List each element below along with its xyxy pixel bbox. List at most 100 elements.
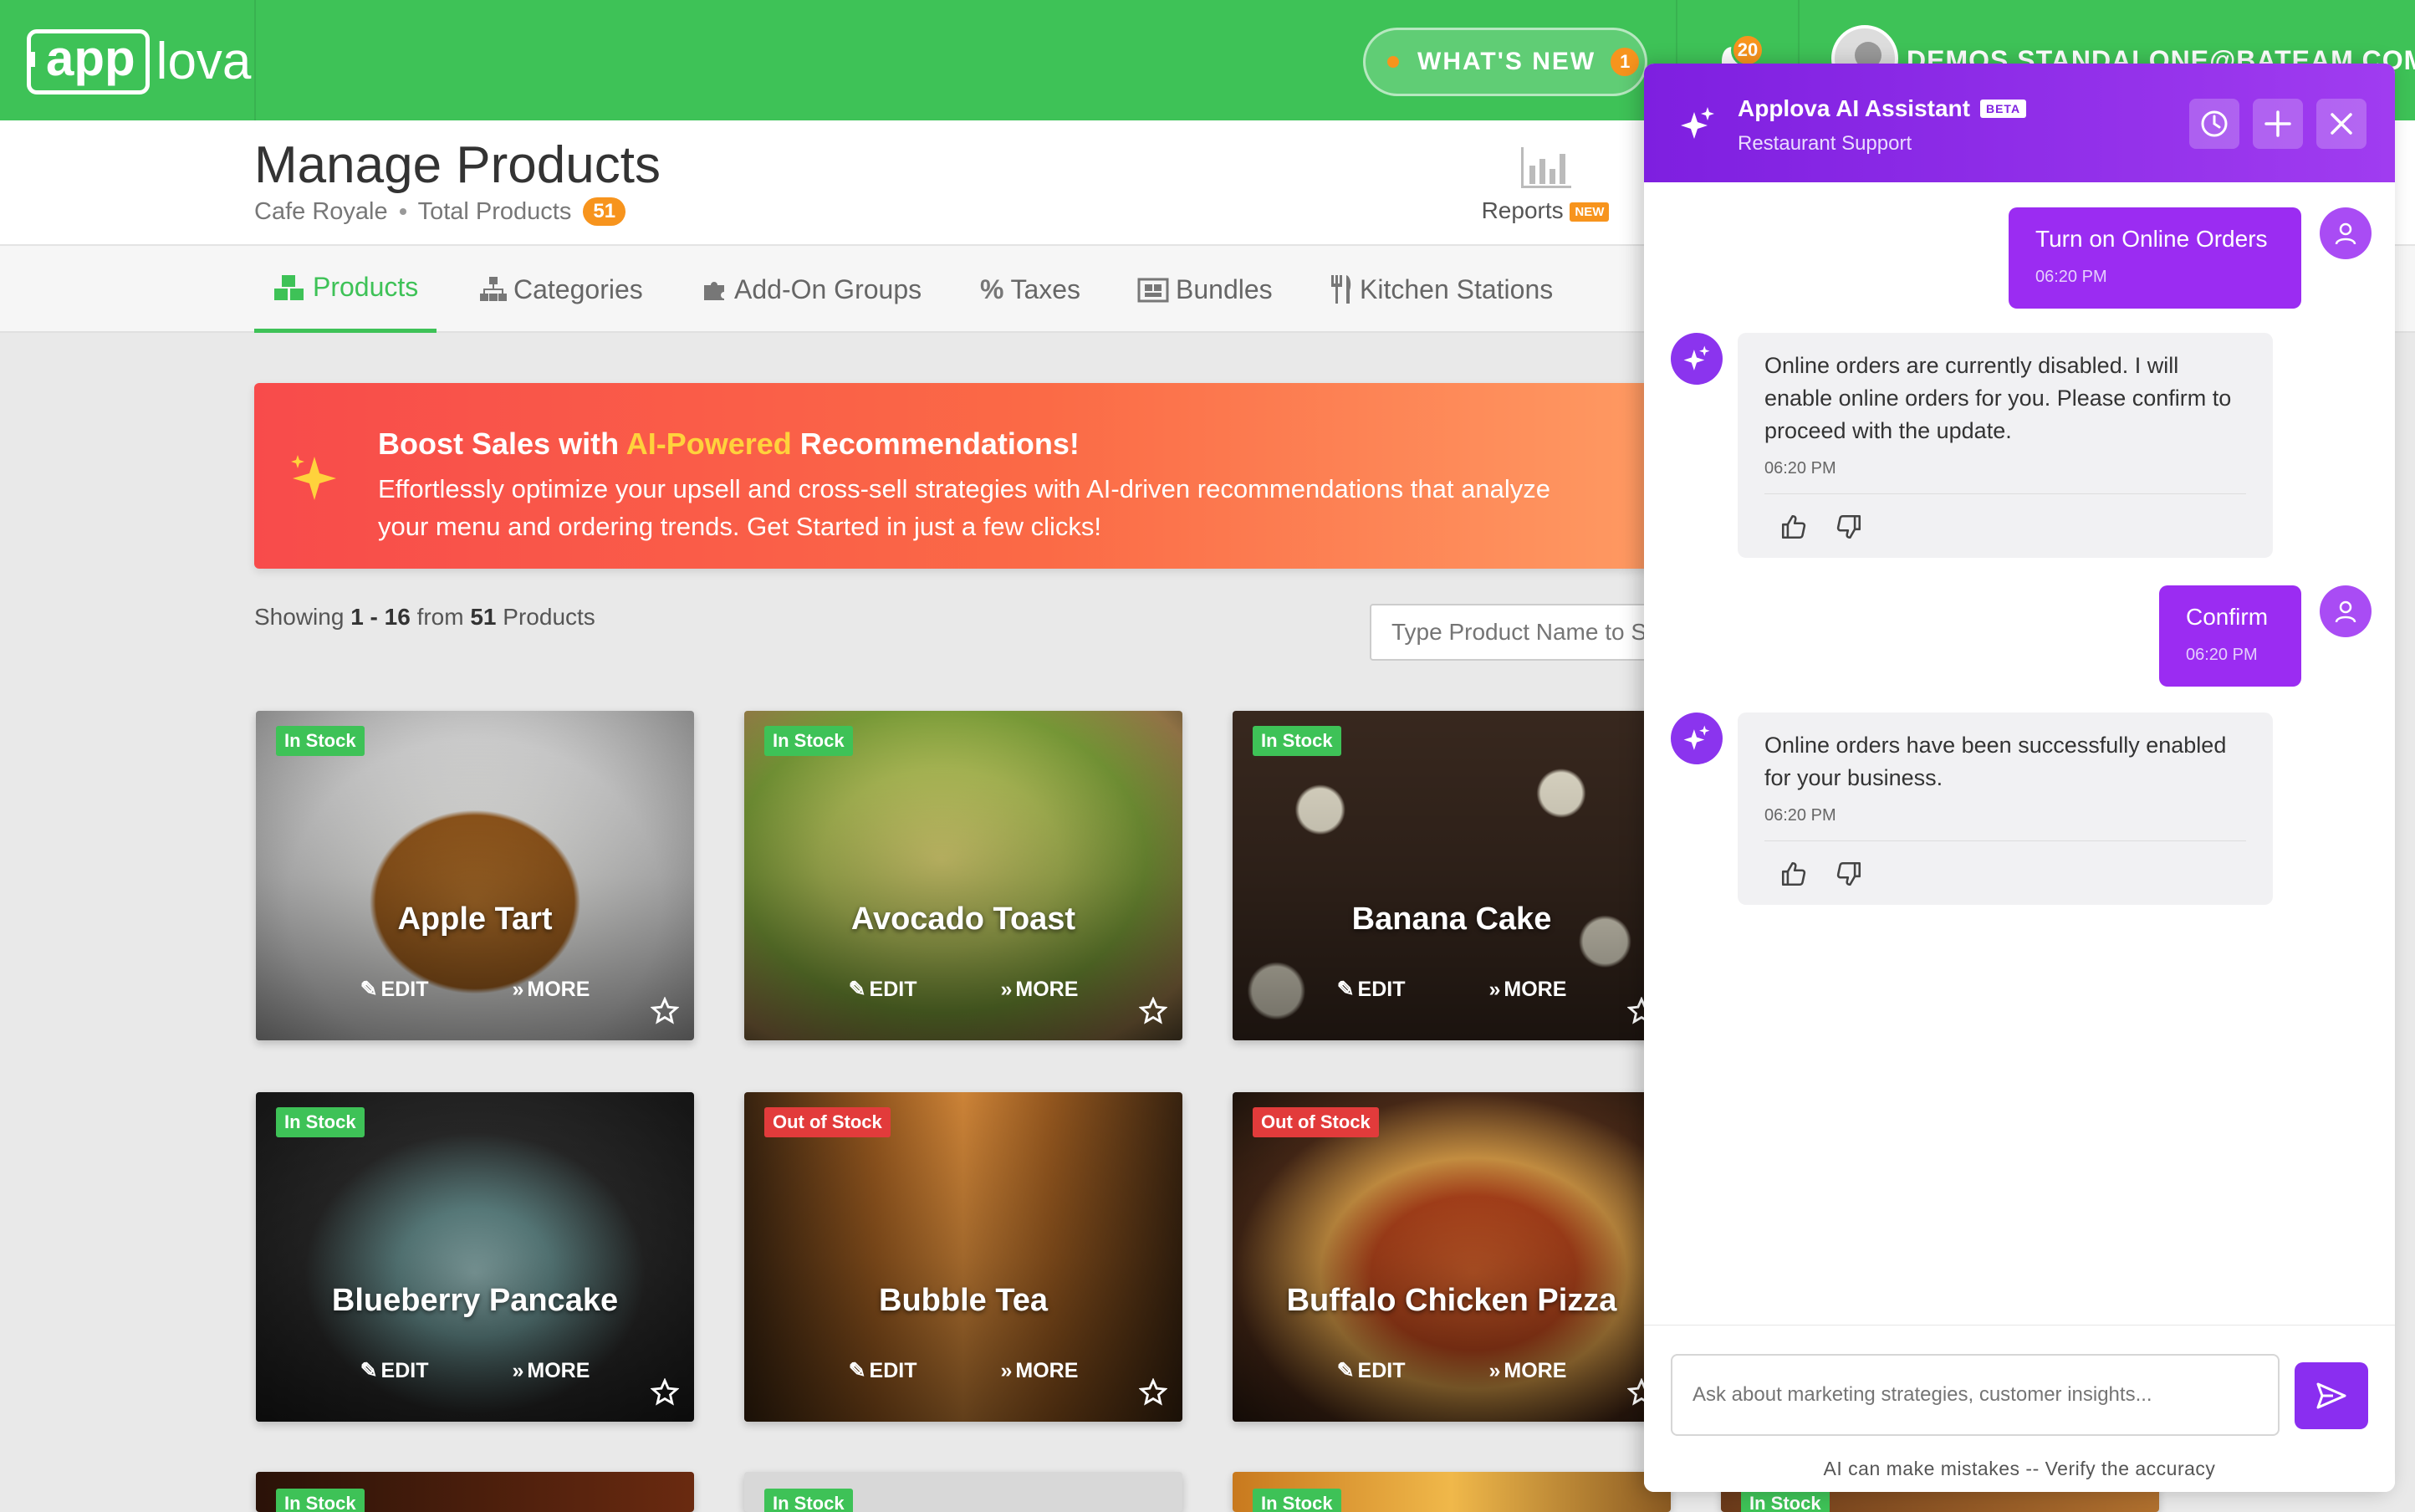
tab-bundles[interactable]: Bundles: [1137, 246, 1273, 333]
more-button[interactable]: » MORE: [1001, 1358, 1079, 1383]
assistant-avatar: [1671, 333, 1723, 385]
message-text: Confirm: [2186, 604, 2269, 630]
bar-chart-icon: [1521, 147, 1571, 188]
whats-new-count: 1: [1611, 48, 1640, 76]
product-card-avocado-toast[interactable]: In Stock Avocado Toast ✎ EDIT » MORE: [744, 711, 1182, 1040]
edit-label: EDIT: [380, 1358, 429, 1382]
product-card-buffalo-chicken-pizza[interactable]: Out of Stock Buffalo Chicken Pizza ✎ EDIT…: [1233, 1092, 1671, 1422]
whats-new-button[interactable]: WHAT'S NEW 1: [1363, 28, 1647, 96]
tab-taxes[interactable]: % Taxes: [980, 246, 1080, 333]
user-icon: [2335, 600, 2356, 623]
edit-button[interactable]: ✎ EDIT: [360, 1358, 429, 1383]
message-text: Online orders have been successfully ena…: [1764, 733, 2227, 790]
total-products-count: 51: [583, 197, 626, 226]
banner-text: Effortlessly optimize your upsell and cr…: [378, 474, 1550, 541]
chevron-down-icon: »: [512, 1358, 524, 1382]
message-time: 06:20 PM: [2035, 268, 2107, 286]
star-icon[interactable]: [1139, 997, 1167, 1025]
edit-label: EDIT: [869, 977, 917, 1001]
card-actions: ✎ EDIT » MORE: [744, 1358, 1182, 1383]
dot-icon: [1387, 56, 1399, 68]
product-card-banana-cake[interactable]: In Stock Banana Cake ✎ EDIT » MORE: [1233, 711, 1671, 1040]
user-avatar: [2320, 585, 2372, 637]
cubes-icon: [274, 274, 304, 300]
product-name: Bubble Tea: [879, 1283, 1048, 1318]
edit-button[interactable]: ✎ EDIT: [1337, 1358, 1406, 1383]
new-chat-button[interactable]: [2253, 99, 2303, 149]
total-products-label: Total Products: [417, 197, 572, 225]
assistant-input-area: AI can make mistakes -- Verify the accur…: [1644, 1325, 2395, 1492]
logo-box-text: app: [27, 29, 150, 94]
product-name: Blueberry Pancake: [331, 1283, 619, 1318]
more-button[interactable]: » MORE: [1001, 977, 1079, 1002]
thumbs-up-icon[interactable]: [1779, 513, 1808, 541]
product-card-blueberry-pancake[interactable]: In Stock Blueberry Pancake ✎ EDIT » MORE: [256, 1092, 694, 1422]
edit-button[interactable]: ✎ EDIT: [849, 977, 917, 1002]
message-text: Turn on Online Orders: [2035, 226, 2268, 252]
message-text: Online orders are currently disabled. I …: [1764, 353, 2232, 443]
edit-button[interactable]: ✎ EDIT: [1337, 977, 1406, 1002]
product-card-bubble-tea[interactable]: Out of Stock Bubble Tea ✎ EDIT » MORE: [744, 1092, 1182, 1422]
ai-recommendations-banner[interactable]: Boost Sales with AI-Powered Recommendati…: [254, 383, 1693, 569]
close-button[interactable]: [2316, 99, 2366, 149]
send-icon: [2316, 1382, 2346, 1409]
tab-kitchen-stations[interactable]: Kitchen Stations: [1330, 246, 1553, 333]
reports-button[interactable]: Reports NEW: [1478, 146, 1612, 224]
user-icon: [2335, 222, 2356, 245]
puzzle-icon: [704, 282, 724, 300]
product-card[interactable]: In Stock: [256, 1472, 694, 1512]
chevron-down-icon: »: [1000, 977, 1013, 1001]
edit-button[interactable]: ✎ EDIT: [360, 977, 429, 1002]
tab-label: Add-On Groups: [734, 273, 922, 304]
tab-categories[interactable]: Categories: [480, 246, 643, 333]
thumbs-down-icon[interactable]: [1835, 860, 1863, 888]
edit-label: EDIT: [1357, 1358, 1406, 1382]
more-button[interactable]: » MORE: [513, 977, 590, 1002]
star-icon[interactable]: [651, 1378, 679, 1407]
more-label: MORE: [1015, 977, 1079, 1001]
product-card-apple-tart[interactable]: In Stock Apple Tart ✎ EDIT » MORE: [256, 711, 694, 1040]
edit-label: EDIT: [380, 977, 429, 1001]
product-card[interactable]: In Stock: [1233, 1472, 1671, 1512]
thumbs-down-icon[interactable]: [1835, 513, 1863, 541]
thumbs-up-icon[interactable]: [1779, 860, 1808, 888]
chevron-down-icon: »: [1488, 1358, 1501, 1382]
tab-add-on-groups[interactable]: Add-On Groups: [702, 246, 922, 333]
message-time: 06:20 PM: [1764, 459, 2246, 494]
showing-suffix: Products: [496, 604, 595, 630]
assistant-message-input[interactable]: [1671, 1354, 2280, 1436]
card-actions: ✎ EDIT » MORE: [1233, 1358, 1671, 1383]
more-button[interactable]: » MORE: [1489, 977, 1567, 1002]
percent-icon: %: [980, 273, 1004, 304]
send-button[interactable]: [2295, 1362, 2368, 1429]
ai-assistant-panel: Applova AI Assistant BETA Restaurant Sup…: [1644, 64, 2395, 1492]
showing-count: Showing 1 - 16 from 51 Products: [254, 604, 595, 631]
new-tag: NEW: [1570, 202, 1610, 222]
divider: [254, 0, 256, 120]
tab-label: Categories: [513, 273, 643, 304]
product-name: Apple Tart: [397, 902, 553, 937]
applova-logo[interactable]: app lova: [27, 29, 251, 94]
product-name: Buffalo Chicken Pizza: [1286, 1283, 1617, 1318]
star-icon[interactable]: [651, 997, 679, 1025]
whats-new-label: WHAT'S NEW: [1417, 48, 1596, 75]
showing-total: 51: [470, 604, 497, 630]
edit-button[interactable]: ✎ EDIT: [849, 1358, 917, 1383]
star-icon[interactable]: [1139, 1378, 1167, 1407]
chevron-down-icon: »: [1488, 977, 1501, 1001]
product-card[interactable]: In Stock: [744, 1472, 1182, 1512]
utensils-icon: [1331, 275, 1351, 304]
history-button[interactable]: [2189, 99, 2239, 149]
chevron-down-icon: »: [1000, 1358, 1013, 1382]
stock-badge: In Stock: [764, 1489, 853, 1512]
more-button[interactable]: » MORE: [1489, 1358, 1567, 1383]
feedback-buttons: [1764, 513, 2246, 541]
assistant-subtitle: Restaurant Support: [1738, 132, 1912, 155]
tab-products[interactable]: Products: [254, 246, 437, 333]
assistant-header: Applova AI Assistant BETA Restaurant Sup…: [1644, 64, 2395, 182]
user-message: Confirm 06:20 PM: [2159, 585, 2301, 687]
more-button[interactable]: » MORE: [513, 1358, 590, 1383]
message-time: 06:20 PM: [2186, 646, 2258, 664]
showing-range: 1 - 16: [350, 604, 411, 630]
assistant-avatar: [1671, 713, 1723, 764]
